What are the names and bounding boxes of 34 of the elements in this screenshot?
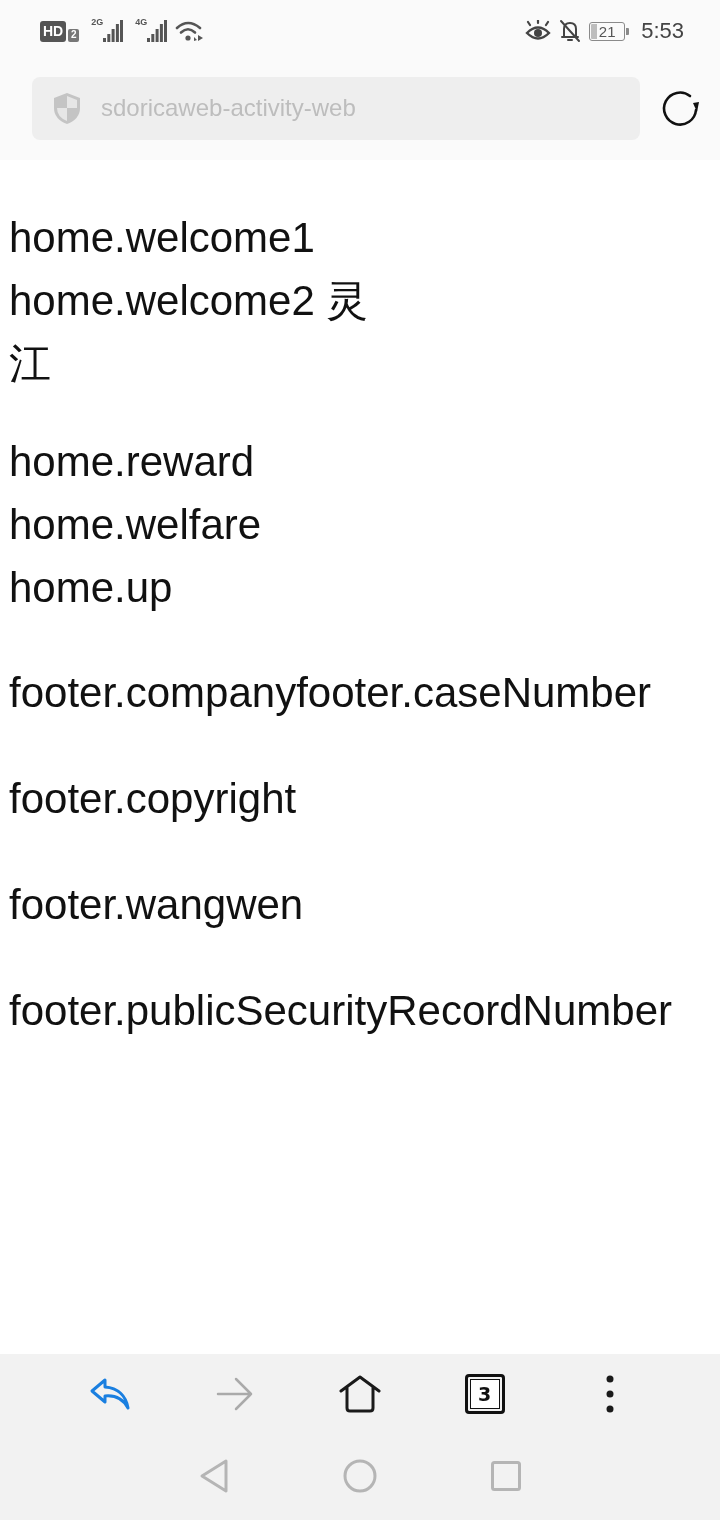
wifi-icon xyxy=(175,20,204,42)
triangle-icon xyxy=(199,1458,229,1494)
sim-badge: 2 xyxy=(68,28,80,42)
footer-text: footer.wangwen xyxy=(9,880,305,930)
back-button[interactable] xyxy=(88,1377,131,1411)
network-type-label: 2G xyxy=(91,18,104,27)
page-text: home.up xyxy=(9,563,174,613)
bell-off-icon xyxy=(559,19,582,43)
reply-arrow-icon xyxy=(88,1377,131,1411)
signal-icon xyxy=(103,20,124,42)
home-icon xyxy=(338,1375,381,1413)
circle-icon xyxy=(343,1459,377,1493)
eye-icon xyxy=(525,20,552,42)
clock-time: 5:53 xyxy=(641,18,684,44)
page-text: home.reward xyxy=(9,437,256,487)
menu-button[interactable] xyxy=(605,1375,614,1413)
footer-text: footer.companyfooter.caseNumber xyxy=(9,668,653,718)
footer-text: footer.copyright xyxy=(9,774,298,824)
page-text: home.welfare xyxy=(9,500,263,550)
square-icon xyxy=(491,1461,521,1491)
refresh-button[interactable] xyxy=(660,88,700,128)
battery-indicator: 21 xyxy=(589,21,626,41)
more-icon xyxy=(605,1375,614,1413)
signal-icon xyxy=(147,20,168,42)
page-text: home.welcome1 xyxy=(9,213,316,263)
tab-count-button[interactable]: 3 xyxy=(464,1374,505,1414)
page-text: home.welcome2 灵江 xyxy=(9,276,370,389)
footer-text: footer.publicSecurityRecordNumber xyxy=(9,986,673,1036)
shield-icon xyxy=(53,91,81,125)
refresh-icon xyxy=(660,88,700,128)
hd-badge: HD xyxy=(40,20,67,42)
forward-arrow-icon xyxy=(215,1377,254,1411)
network-type-label: 4G xyxy=(135,18,148,27)
home-button[interactable] xyxy=(338,1375,381,1413)
